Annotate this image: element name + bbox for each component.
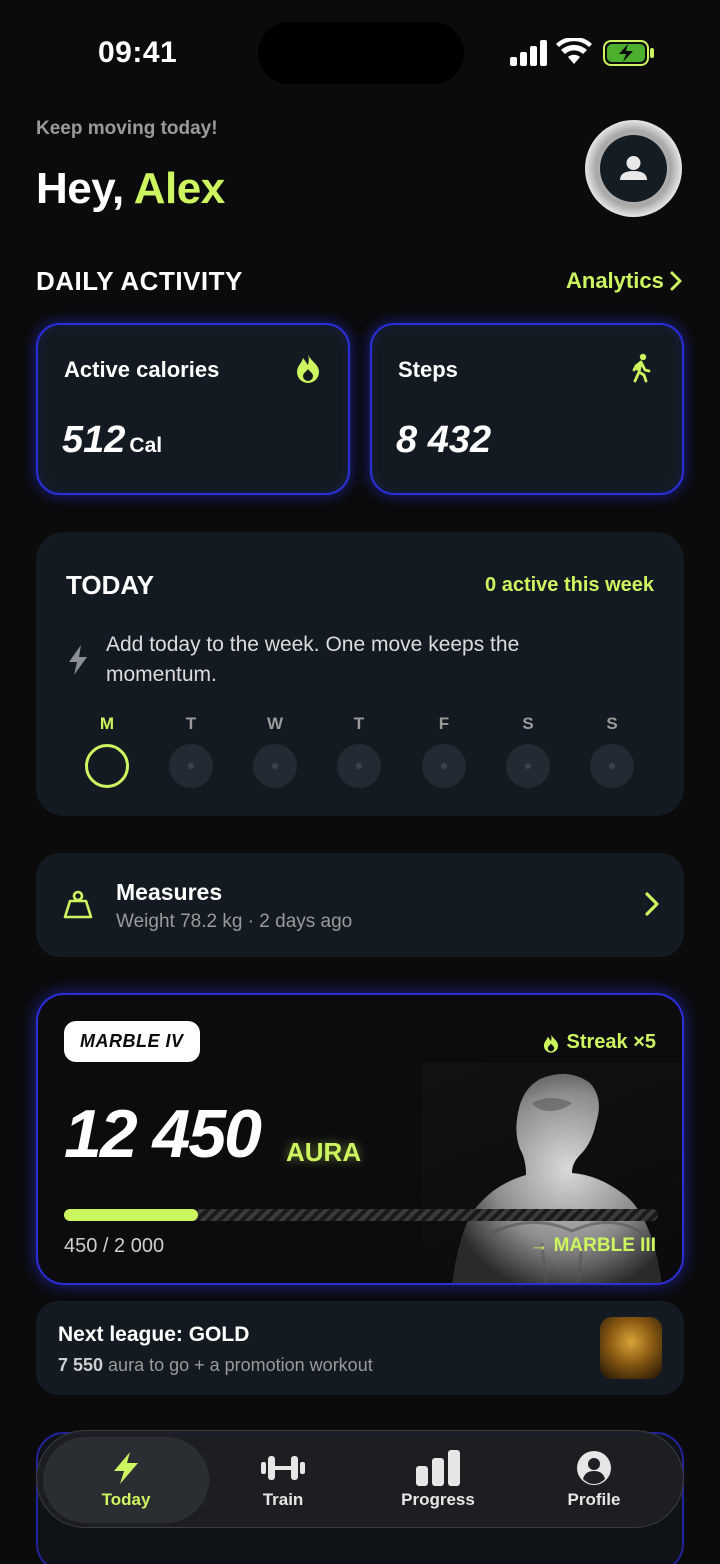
next-league-title: Next league: GOLD — [58, 1323, 250, 1346]
aura-progress-text: 450 / 2 000 — [64, 1235, 165, 1257]
calories-card[interactable]: Active calories 512 Cal — [36, 323, 350, 495]
tab-today-label: Today — [101, 1490, 151, 1509]
status-time: 09:41 — [98, 36, 178, 69]
analytics-label: Analytics — [566, 268, 664, 293]
steps-value: 8 432 — [396, 419, 492, 461]
day-indicator[interactable] — [253, 744, 297, 788]
calories-unit: Cal — [129, 434, 163, 457]
chevron-right-icon — [645, 892, 659, 916]
cellular-signal-icon — [510, 40, 547, 66]
avatar[interactable] — [585, 120, 682, 217]
day-indicator[interactable] — [506, 744, 550, 788]
user-icon — [620, 156, 647, 180]
today-card[interactable]: TODAY 0 active this week Add today to th… — [36, 532, 684, 816]
measures-card[interactable]: Measures Weight 78.2 kg · 2 days ago — [36, 853, 684, 957]
header-subtitle: Keep moving today! — [36, 118, 218, 139]
day-indicator[interactable] — [169, 744, 213, 788]
wifi-icon — [556, 38, 592, 64]
day-label: T — [185, 714, 197, 733]
day-label: F — [438, 714, 450, 733]
next-league-subtitle: 7 550 aura to go + a promotion workout — [58, 1355, 373, 1376]
walking-icon — [632, 353, 651, 383]
dumbbell-icon — [261, 1456, 305, 1480]
tab-train-label: Train — [262, 1490, 304, 1509]
gold-statue-thumbnail — [600, 1317, 662, 1379]
day-label: S — [522, 714, 534, 733]
bolt-icon — [114, 1452, 138, 1484]
rank-badge: MARBLE IV — [64, 1021, 200, 1062]
day-indicator[interactable] — [590, 744, 634, 788]
next-league-card[interactable]: Next league: GOLD 7 550 aura to go + a p… — [36, 1301, 684, 1395]
battery-charging-icon — [603, 40, 654, 66]
bar-chart-icon — [416, 1450, 460, 1486]
dynamic-island — [258, 22, 464, 84]
today-title: TODAY — [66, 570, 155, 600]
league-amount: 7 550 — [58, 1355, 104, 1375]
tab-progress-label: Progress — [401, 1490, 475, 1509]
league-subtitle-rest: aura to go + a promotion workout — [103, 1355, 373, 1375]
tab-progress[interactable]: Progress — [363, 1431, 513, 1529]
user-name: Alex — [133, 164, 225, 213]
aura-unit: AURA — [286, 1137, 362, 1167]
flame-icon — [544, 1033, 559, 1053]
week-status: 0 active this week — [485, 574, 654, 596]
greeting: Hey, Alex — [36, 164, 225, 214]
next-rank-label: → MARBLE III — [529, 1235, 656, 1256]
steps-card[interactable]: Steps 8 432 — [370, 323, 684, 495]
aura-value: 12 450 — [64, 1096, 262, 1172]
greeting-text: Hey, — [36, 164, 124, 213]
day-indicator[interactable] — [337, 744, 381, 788]
day-indicator[interactable] — [422, 744, 466, 788]
tab-profile[interactable]: Profile — [519, 1431, 669, 1529]
aura-card[interactable]: MARBLE IV Streak ×5 12 450 AURA 450 / 2 … — [36, 993, 684, 1285]
day-label: S — [606, 714, 618, 733]
chevron-right-icon — [670, 271, 682, 291]
calories-label: Active calories — [64, 357, 220, 382]
day-indicator-current[interactable] — [85, 744, 129, 788]
measures-subtitle: Weight 78.2 kg · 2 days ago — [116, 911, 353, 932]
today-message: Add today to the week. One move keeps th… — [106, 633, 520, 686]
measures-title: Measures — [116, 879, 223, 905]
day-label: T — [353, 714, 365, 733]
calories-value-row: 512 Cal — [62, 419, 162, 462]
day-label: W — [266, 714, 284, 733]
tab-bar: Today Train Progress Profile — [36, 1430, 684, 1528]
bolt-icon — [69, 645, 87, 675]
tab-today[interactable]: Today — [43, 1437, 209, 1523]
steps-label: Steps — [398, 357, 458, 382]
section-title-daily-activity: DAILY ACTIVITY — [36, 266, 243, 296]
tab-profile-label: Profile — [567, 1490, 621, 1509]
profile-icon — [577, 1451, 611, 1485]
flame-icon — [297, 354, 319, 383]
day-label: M — [99, 714, 115, 733]
streak-label: Streak ×5 — [566, 1031, 656, 1053]
analytics-link[interactable]: Analytics — [566, 268, 682, 294]
calories-value: 512 — [62, 419, 126, 461]
avatar-inner — [600, 135, 667, 202]
tab-train[interactable]: Train — [208, 1431, 358, 1529]
weight-scale-icon — [63, 890, 93, 919]
aura-progress-bar — [64, 1209, 658, 1221]
aura-progress-fill — [64, 1209, 198, 1221]
streak-indicator: Streak ×5 — [542, 1031, 656, 1054]
